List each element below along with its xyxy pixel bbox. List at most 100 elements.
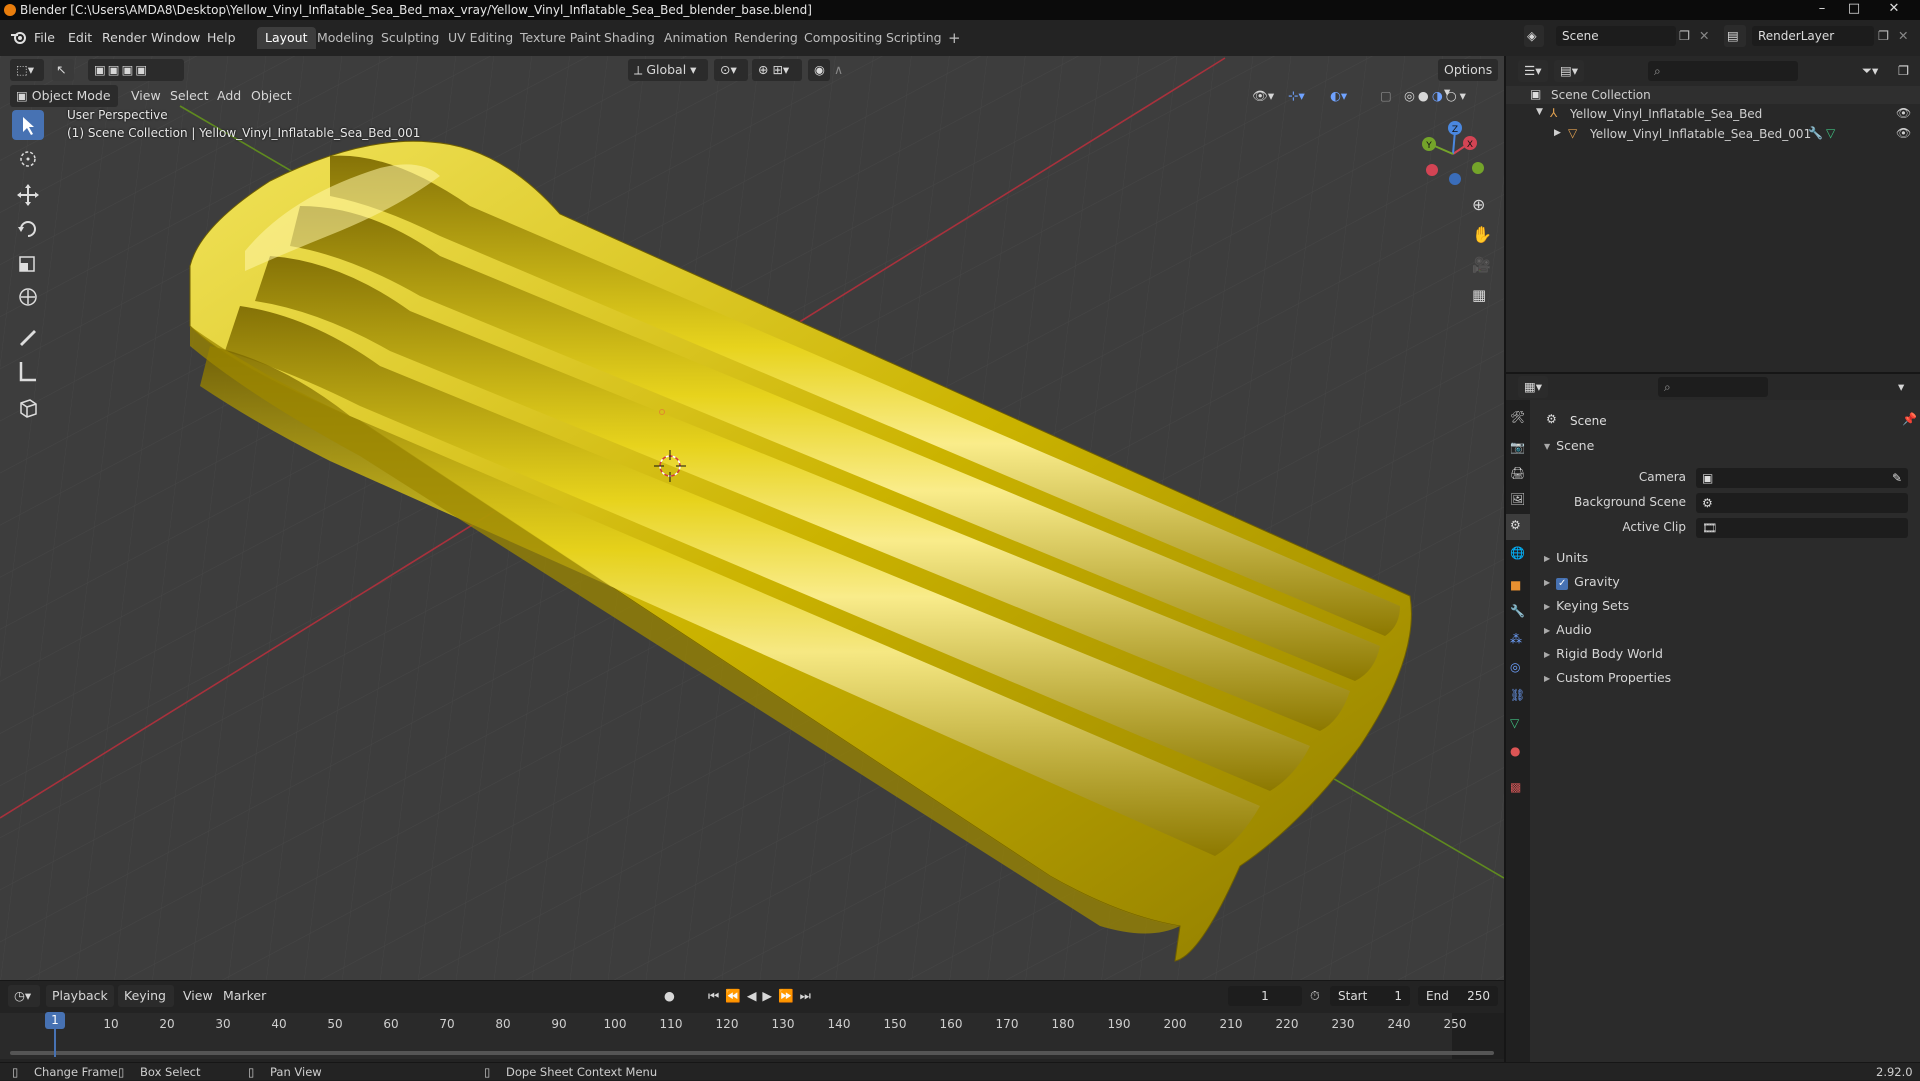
modifier-tab-icon[interactable]: 🔧 xyxy=(1510,604,1525,618)
falloff-icon[interactable]: ∧ xyxy=(834,59,843,81)
expand-object-icon[interactable]: ▶ xyxy=(1554,128,1561,138)
transform-orientation-dropdown[interactable]: ⟂ Global ▾ xyxy=(628,59,708,81)
cursor-tool-icon[interactable] xyxy=(12,144,44,174)
auto-keying-icon[interactable]: ● xyxy=(664,985,675,1007)
outliner-editor-type-icon[interactable]: ☰▾ xyxy=(1518,60,1548,82)
tab-uv-editing[interactable]: UV Editing xyxy=(440,27,521,49)
transform-tool-icon[interactable] xyxy=(12,282,44,312)
scene-browse-icon[interactable]: ◈ xyxy=(1524,25,1544,47)
timeline-menu-marker[interactable]: Marker xyxy=(223,985,266,1007)
close-window-button[interactable]: ✕ xyxy=(1880,0,1908,20)
minimize-button[interactable]: – xyxy=(1808,0,1836,20)
menu-file[interactable]: File xyxy=(34,30,55,45)
object-mode-dropdown[interactable]: ▣ Object Mode ▾ xyxy=(10,85,118,125)
properties-editor[interactable]: ▦▾ ⌕ ▾ 🛠 📷 🖨 🖼 ⚙ 🌐 ■ 🔧 ⁂ ◎ ⛓ ▽ ● ▩ ⚙ Sce… xyxy=(1506,374,1920,1062)
blender-menu-icon[interactable] xyxy=(10,29,28,45)
overlay-toggle-icon[interactable]: ◐▾ xyxy=(1330,85,1347,107)
units-panel-header[interactable]: ▶ Units xyxy=(1544,550,1588,565)
ortho-toggle-icon[interactable]: ▦ xyxy=(1472,284,1486,306)
preview-range-icon[interactable]: ⏱ xyxy=(1310,985,1320,1007)
snap-toggle[interactable]: ⊕ ⊞▾ xyxy=(752,59,802,81)
scale-tool-icon[interactable] xyxy=(12,248,44,278)
playback-controls[interactable]: ⏮⏪◀▶⏩⏭ xyxy=(708,985,817,1007)
audio-panel-header[interactable]: ▶ Audio xyxy=(1544,622,1592,637)
pin-icon[interactable]: 📌 xyxy=(1902,412,1917,426)
display-mode-icon[interactable]: ▤▾ xyxy=(1554,60,1584,82)
menu-help[interactable]: Help xyxy=(207,30,236,45)
new-view-layer-icon[interactable]: ❐ xyxy=(1878,25,1889,47)
measure-tool-icon[interactable] xyxy=(12,356,44,386)
expand-collection-icon[interactable]: ▼ xyxy=(1536,107,1543,117)
outliner-editor[interactable]: ☰▾ ▤▾ ⌕ ⏷▾ ❐ ▣ Scene Collection ▼ ⅄ Yell… xyxy=(1506,56,1920,372)
timeline-editor-type-icon[interactable]: ◷▾ xyxy=(8,985,40,1007)
camera-field[interactable]: ▣ ✎ xyxy=(1696,468,1908,488)
keying-dropdown[interactable]: Keying ▾ xyxy=(118,985,174,1025)
camera-view-icon[interactable]: 🎥 xyxy=(1472,254,1491,276)
rigid-body-panel-header[interactable]: ▶ Rigid Body World xyxy=(1544,646,1663,661)
tab-animation[interactable]: Animation xyxy=(656,27,736,49)
tab-texture-paint[interactable]: Texture Paint xyxy=(512,27,609,49)
tab-rendering[interactable]: Rendering xyxy=(726,27,806,49)
3d-viewport[interactable]: ⬚▾ ↖ ▣▣▣▣ ⟂ Global ▾ ⊙▾ ⊕ ⊞▾ ◉ ∧ Options… xyxy=(0,56,1504,980)
add-cube-tool-icon[interactable] xyxy=(12,392,44,422)
tab-scripting[interactable]: Scripting xyxy=(878,27,950,49)
tab-compositing[interactable]: Compositing xyxy=(796,27,890,49)
constraints-tab-icon[interactable]: ⛓ xyxy=(1510,688,1525,702)
zoom-icon[interactable]: ⊕ xyxy=(1472,194,1485,216)
playback-dropdown[interactable]: Playback ▾ xyxy=(46,985,114,1025)
playhead-line[interactable] xyxy=(54,1029,56,1057)
world-tab-icon[interactable]: 🌐 xyxy=(1510,546,1525,560)
render-layer-field[interactable]: RenderLayer xyxy=(1752,26,1874,46)
view-layer-browse-icon[interactable]: ▤ xyxy=(1724,25,1746,47)
gizmo-toggle-icon[interactable]: ⊹▾ xyxy=(1288,85,1305,107)
maximize-button[interactable]: □ xyxy=(1840,0,1868,20)
viewport-menu-add[interactable]: Add xyxy=(217,85,241,107)
move-tool-icon[interactable] xyxy=(12,180,44,210)
modifier-icon[interactable]: 🔧 xyxy=(1808,126,1823,140)
visibility-dropdown-icon[interactable]: 👁▾ xyxy=(1252,85,1274,107)
properties-options-icon[interactable]: ▾ xyxy=(1898,376,1904,398)
active-clip-field[interactable]: 🎞 xyxy=(1696,518,1908,538)
tab-layout[interactable]: Layout xyxy=(257,27,316,49)
add-workspace-button[interactable]: + xyxy=(940,27,969,49)
navigation-gizmo[interactable]: Z X Y xyxy=(1410,114,1490,194)
viewport-menu-select[interactable]: Select xyxy=(170,85,209,107)
timeline-menu-view[interactable]: View xyxy=(183,985,213,1007)
tool-tab-icon[interactable]: 🛠 xyxy=(1510,410,1525,424)
selection-mode-buttons[interactable]: ▣▣▣▣ xyxy=(88,59,184,81)
playhead-frame[interactable]: 1 xyxy=(45,1012,65,1029)
annotate-tool-icon[interactable] xyxy=(12,322,44,352)
current-frame-field[interactable]: 1 xyxy=(1228,986,1302,1006)
object-visibility-icon[interactable]: 👁 xyxy=(1896,126,1911,140)
pan-hand-icon[interactable]: ✋ xyxy=(1472,224,1492,246)
outliner-row-object[interactable]: ▶ ▽ Yellow_Vinyl_Inflatable_Sea_Bed_001 … xyxy=(1506,124,1920,144)
menu-edit[interactable]: Edit xyxy=(68,30,92,45)
viewport-menu-view[interactable]: View xyxy=(131,85,161,107)
properties-search-input[interactable]: ⌕ xyxy=(1658,377,1768,397)
start-frame-field[interactable]: Start 1 xyxy=(1330,986,1410,1006)
collection-visibility-icon[interactable]: 👁 xyxy=(1896,106,1911,120)
outliner-row-root[interactable]: ▣ Scene Collection xyxy=(1506,86,1920,104)
scene-panel-header[interactable]: ▼ Scene xyxy=(1544,438,1594,453)
delete-scene-icon[interactable]: ✕ xyxy=(1699,25,1709,47)
filter-icon[interactable]: ⏷▾ xyxy=(1862,60,1878,82)
tab-modeling[interactable]: Modeling xyxy=(309,27,382,49)
shading-mode-buttons[interactable]: ◎●◑○▾ xyxy=(1404,85,1469,107)
custom-properties-panel-header[interactable]: ▶ Custom Properties xyxy=(1544,670,1671,685)
tab-shading[interactable]: Shading xyxy=(596,27,663,49)
timeline-scrollbar[interactable] xyxy=(10,1051,1494,1055)
new-collection-icon[interactable]: ❐ xyxy=(1898,60,1909,82)
pivot-point-dropdown[interactable]: ⊙▾ xyxy=(714,59,748,81)
menu-window[interactable]: Window xyxy=(151,30,200,45)
texture-tab-icon[interactable]: ▩ xyxy=(1510,780,1521,794)
xray-toggle-icon[interactable]: ▢ xyxy=(1380,85,1392,107)
scene-name-field[interactable]: Scene xyxy=(1556,26,1676,46)
mesh-data-icon[interactable]: ▽ xyxy=(1826,126,1835,140)
outliner-search-input[interactable]: ⌕ xyxy=(1648,61,1798,81)
physics-tab-icon[interactable]: ◎ xyxy=(1510,660,1520,674)
options-dropdown[interactable]: Options ▾ xyxy=(1438,59,1498,99)
outliner-row-collection[interactable]: ▼ ⅄ Yellow_Vinyl_Inflatable_Sea_Bed 👁 xyxy=(1506,104,1920,124)
gravity-panel-header[interactable]: ▶ ✓ Gravity xyxy=(1544,574,1620,590)
eyedropper-icon[interactable]: ✎ xyxy=(1892,468,1902,488)
new-scene-icon[interactable]: ❐ xyxy=(1679,25,1690,47)
